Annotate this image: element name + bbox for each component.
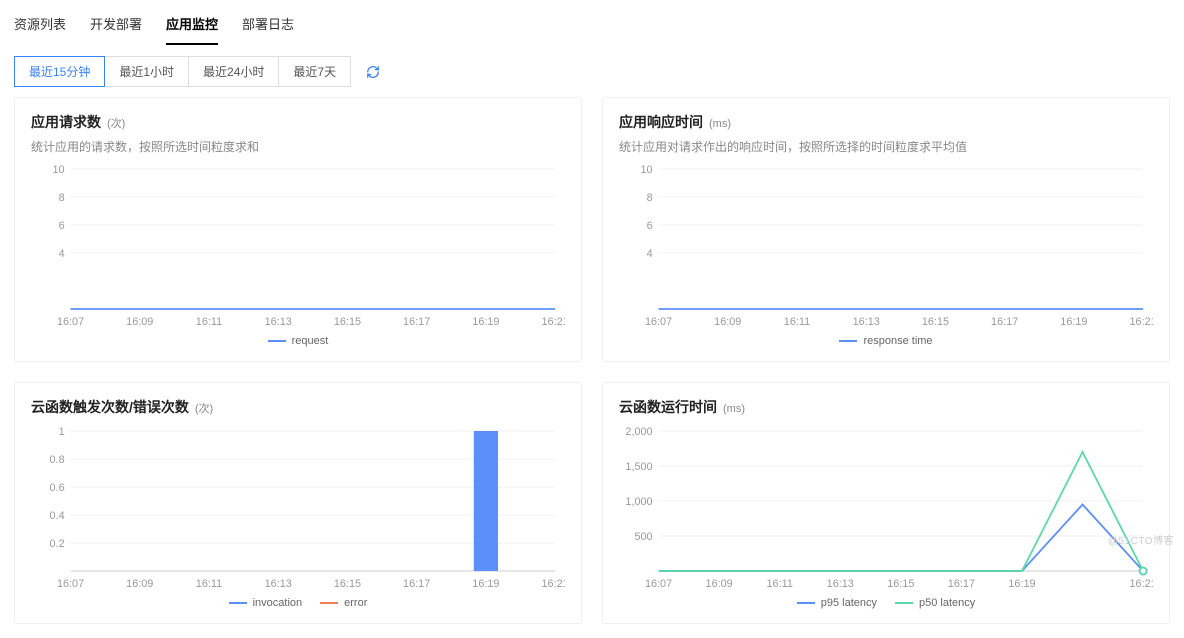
- legend-label: response time: [863, 335, 932, 347]
- chart-card-response_time: 应用响应时间 (ms) 统计应用对请求作出的响应时间，按照所选择的时间粒度求平均值 4…: [602, 97, 1170, 362]
- svg-text:16:19: 16:19: [472, 578, 499, 590]
- svg-text:0.8: 0.8: [50, 454, 65, 466]
- svg-text:16:13: 16:13: [265, 578, 292, 590]
- legend-item[interactable]: p50 latency: [895, 597, 975, 609]
- chart-unit: (ms): [709, 118, 731, 130]
- svg-text:16:11: 16:11: [196, 578, 222, 590]
- legend-item[interactable]: request: [268, 335, 329, 347]
- svg-text:2,000: 2,000: [625, 426, 652, 438]
- chart-legend: invocation error: [31, 597, 565, 609]
- svg-text:6: 6: [59, 220, 65, 232]
- chart-legend: p95 latency p50 latency: [619, 597, 1153, 609]
- chart-title: 云函数运行时间: [619, 397, 717, 417]
- chart-plot: 500 1,000 1,500 2,000 16:07 16:09 16:11 16:13 16…: [619, 423, 1153, 593]
- svg-text:8: 8: [647, 192, 653, 204]
- range-15m[interactable]: 最近15分钟: [14, 56, 105, 87]
- svg-text:16:21: 16:21: [542, 316, 565, 328]
- svg-text:1,000: 1,000: [625, 496, 652, 508]
- chart-plot: 4 6 8 10 16:07 16:09 16:11 16:13 16:15 16:17 16:19…: [619, 161, 1153, 331]
- svg-text:16:07: 16:07: [645, 316, 672, 328]
- legend-item[interactable]: p95 latency: [797, 597, 877, 609]
- legend-label: p50 latency: [919, 597, 975, 609]
- svg-text:16:09: 16:09: [714, 316, 741, 328]
- legend-item[interactable]: error: [320, 597, 367, 609]
- svg-text:1,500: 1,500: [625, 461, 652, 473]
- range-1h[interactable]: 最近1小时: [104, 56, 189, 87]
- svg-text:16:21: 16:21: [1130, 578, 1153, 590]
- chart-unit: (次): [107, 115, 125, 131]
- svg-text:16:09: 16:09: [126, 316, 153, 328]
- svg-text:4: 4: [59, 248, 65, 260]
- refresh-icon[interactable]: [359, 58, 387, 86]
- svg-text:8: 8: [59, 192, 65, 204]
- chart-legend: response time: [619, 335, 1153, 347]
- chart-title: 应用响应时间: [619, 112, 703, 132]
- svg-text:10: 10: [53, 164, 65, 176]
- svg-text:0.6: 0.6: [50, 482, 65, 494]
- chart-card-invocations: 云函数触发次数/错误次数 (次) 0.2 0.4 0.6 0.8 1 16:07 16:09 16…: [14, 382, 582, 624]
- svg-text:16:07: 16:07: [57, 316, 84, 328]
- svg-text:6: 6: [647, 220, 653, 232]
- svg-text:10: 10: [641, 164, 653, 176]
- svg-text:0.2: 0.2: [50, 538, 65, 550]
- range-7d[interactable]: 最近7天: [278, 56, 351, 87]
- svg-text:16:19: 16:19: [472, 316, 499, 328]
- chart-title: 云函数触发次数/错误次数: [31, 397, 189, 417]
- svg-text:16:15: 16:15: [334, 578, 361, 590]
- legend-swatch: [229, 602, 247, 604]
- tab-resources[interactable]: 资源列表: [14, 8, 66, 45]
- svg-text:16:13: 16:13: [853, 316, 880, 328]
- chart-card-requests: 应用请求数 (次) 统计应用的请求数，按照所选时间粒度求和 4 6 8 10 16:07 16:…: [14, 97, 582, 362]
- chart-card-runtime: 云函数运行时间 (ms) 500 1,000 1,500 2,000 16:07 16:09 1…: [602, 382, 1170, 624]
- chart-unit: (次): [195, 400, 213, 416]
- legend-swatch: [839, 340, 857, 342]
- tab-deploy[interactable]: 开发部署: [90, 8, 142, 45]
- svg-text:0.4: 0.4: [50, 510, 65, 522]
- svg-text:16:17: 16:17: [403, 578, 430, 590]
- legend-item[interactable]: invocation: [229, 597, 303, 609]
- svg-text:16:11: 16:11: [784, 316, 810, 328]
- svg-text:16:11: 16:11: [196, 316, 222, 328]
- svg-text:500: 500: [634, 531, 652, 543]
- legend-item[interactable]: response time: [839, 335, 932, 347]
- tab-monitor[interactable]: 应用监控: [166, 8, 218, 45]
- svg-text:1: 1: [59, 426, 65, 438]
- watermark-text: @51CTO博客: [1108, 532, 1174, 547]
- svg-text:16:13: 16:13: [265, 316, 292, 328]
- chart-legend: request: [31, 335, 565, 347]
- svg-text:16:19: 16:19: [1008, 578, 1035, 590]
- tab-logs[interactable]: 部署日志: [242, 8, 294, 45]
- svg-text:16:15: 16:15: [887, 578, 914, 590]
- svg-text:16:07: 16:07: [57, 578, 84, 590]
- legend-label: p95 latency: [821, 597, 877, 609]
- svg-text:16:13: 16:13: [827, 578, 854, 590]
- legend-label: invocation: [253, 597, 303, 609]
- svg-text:16:11: 16:11: [767, 578, 793, 590]
- chart-unit: (ms): [723, 403, 745, 415]
- svg-text:4: 4: [647, 248, 653, 260]
- svg-text:16:15: 16:15: [334, 316, 361, 328]
- chart-subtitle: 统计应用对请求作出的响应时间，按照所选择的时间粒度求平均值: [619, 138, 1153, 155]
- legend-label: request: [292, 335, 329, 347]
- svg-text:16:15: 16:15: [922, 316, 949, 328]
- svg-text:16:09: 16:09: [126, 578, 153, 590]
- svg-text:16:19: 16:19: [1060, 316, 1087, 328]
- range-24h[interactable]: 最近24小时: [188, 56, 279, 87]
- legend-swatch: [268, 340, 286, 342]
- legend-swatch: [797, 602, 815, 604]
- chart-subtitle: 统计应用的请求数，按照所选时间粒度求和: [31, 138, 565, 155]
- svg-text:16:21: 16:21: [1130, 316, 1153, 328]
- chart-plot: 0.2 0.4 0.6 0.8 1 16:07 16:09 16:11 16:13 16:15 16…: [31, 423, 565, 593]
- svg-text:16:07: 16:07: [645, 578, 672, 590]
- legend-swatch: [895, 602, 913, 604]
- chart-plot: 4 6 8 10 16:07 16:09 16:11 16:13 16:15 16:17 16:19…: [31, 161, 565, 331]
- chart-title: 应用请求数: [31, 112, 101, 132]
- legend-label: error: [344, 597, 367, 609]
- svg-text:16:09: 16:09: [706, 578, 733, 590]
- svg-text:16:17: 16:17: [991, 316, 1018, 328]
- legend-swatch: [320, 602, 338, 604]
- svg-text:16:17: 16:17: [403, 316, 430, 328]
- svg-text:16:21: 16:21: [542, 578, 565, 590]
- svg-text:16:17: 16:17: [948, 578, 975, 590]
